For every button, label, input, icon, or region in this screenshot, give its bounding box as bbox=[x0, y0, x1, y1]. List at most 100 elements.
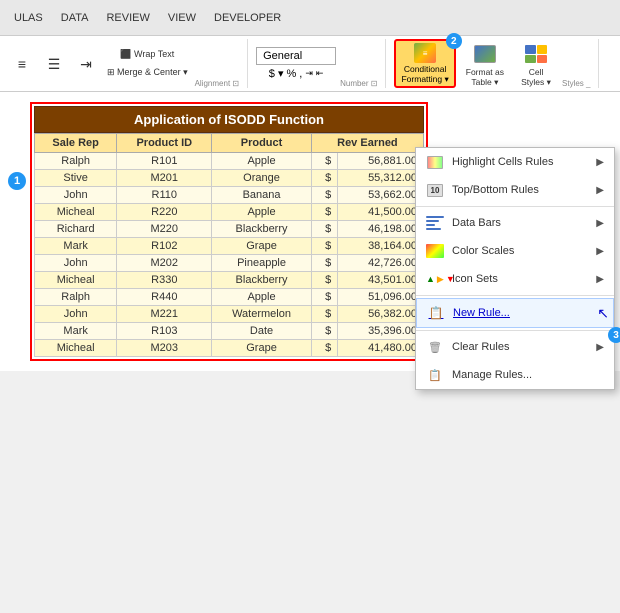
conditional-formatting-btn[interactable]: 2 ≡ ConditionalFormatting ▾ bbox=[394, 39, 455, 88]
col-header-revearned: Rev Earned bbox=[311, 134, 423, 153]
number-group: General $ ▾ % , ⇥ ⇤ Number ⊡ bbox=[256, 39, 386, 88]
table-row: RalphR101Apple$56,881.00 bbox=[35, 153, 424, 170]
table-cell: Ralph bbox=[35, 289, 117, 306]
table-cell: Orange bbox=[212, 170, 312, 187]
align-center-btn[interactable]: ☰ bbox=[40, 46, 68, 82]
decrease-decimal-btn[interactable]: ⇤ bbox=[316, 68, 324, 79]
divider-3 bbox=[416, 330, 614, 331]
table-cell: Apple bbox=[212, 289, 312, 306]
table-cell: R220 bbox=[117, 204, 212, 221]
table-cell: R103 bbox=[117, 323, 212, 340]
table-cell: Stive bbox=[35, 170, 117, 187]
table-row: MarkR103Date$35,396.00 bbox=[35, 323, 424, 340]
table-cell: $ bbox=[311, 204, 337, 221]
menu-item-databars[interactable]: Data Bars ▶ bbox=[416, 209, 614, 237]
styles-group: 2 ≡ ConditionalFormatting ▾ Format asTab… bbox=[394, 39, 599, 88]
managerules-icon: 📋 bbox=[426, 366, 444, 384]
cell-styles-label: CellStyles ▾ bbox=[521, 68, 551, 87]
menu-item-topbottom[interactable]: 10 Top/Bottom Rules ▶ bbox=[416, 176, 614, 204]
table-cell: M203 bbox=[117, 340, 212, 357]
wrap-text-btn[interactable]: ⬛ Wrap Text bbox=[104, 47, 191, 63]
databars-arrow: ▶ bbox=[596, 218, 604, 229]
highlight-label: Highlight Cells Rules bbox=[452, 156, 588, 168]
table-cell: Mark bbox=[35, 323, 117, 340]
table-cell: Micheal bbox=[35, 272, 117, 289]
menu-item-managerules[interactable]: 📋 Manage Rules... bbox=[416, 361, 614, 389]
iconsets-icon: ▲ ▶ ▼ bbox=[426, 270, 444, 288]
menu-item-iconsets[interactable]: ▲ ▶ ▼ Icon Sets ▶ bbox=[416, 265, 614, 293]
table-row: MichealR220Apple$41,500.00 bbox=[35, 204, 424, 221]
table-row: MarkR102Grape$38,164.00 bbox=[35, 238, 424, 255]
comma-btn[interactable]: , bbox=[299, 68, 302, 80]
table-row: JohnM221Watermelon$56,382.00 bbox=[35, 306, 424, 323]
format-table-label: Format asTable ▾ bbox=[466, 68, 504, 87]
merge-center-btn[interactable]: ⊞ Merge & Center ▾ bbox=[104, 65, 191, 81]
table-cell: 42,726.00 bbox=[338, 255, 424, 272]
cell-styles-btn[interactable]: CellStyles ▾ bbox=[514, 37, 558, 90]
table-cell: Blackberry bbox=[212, 272, 312, 289]
tab-data[interactable]: DATA bbox=[55, 10, 95, 26]
topbottom-arrow: ▶ bbox=[596, 185, 604, 196]
tab-view[interactable]: VIEW bbox=[162, 10, 202, 26]
table-cell: 56,881.00 bbox=[338, 153, 424, 170]
table-row: StiveM201Orange$55,312.00 bbox=[35, 170, 424, 187]
table-cell: R330 bbox=[117, 272, 212, 289]
topbottom-icon: 10 bbox=[426, 181, 444, 199]
indent-icon: ⇥ bbox=[76, 54, 96, 74]
table-cell: $ bbox=[311, 221, 337, 238]
managerules-label: Manage Rules... bbox=[452, 369, 604, 381]
table-cell: Apple bbox=[212, 153, 312, 170]
clearrules-arrow: ▶ bbox=[596, 342, 604, 353]
menu-item-colorscale[interactable]: Color Scales ▶ bbox=[416, 237, 614, 265]
table-row: JohnR110Banana$53,662.00 bbox=[35, 187, 424, 204]
cell-styles-icon bbox=[522, 40, 550, 68]
clearrules-label: Clear Rules bbox=[452, 341, 588, 353]
table-row: MichealM203Grape$41,480.00 bbox=[35, 340, 424, 357]
tab-review[interactable]: REVIEW bbox=[100, 10, 155, 26]
table-cell: Pineapple bbox=[212, 255, 312, 272]
highlight-arrow: ▶ bbox=[596, 157, 604, 168]
format-table-icon bbox=[471, 40, 499, 68]
table-cell: 41,500.00 bbox=[338, 204, 424, 221]
table-cell: $ bbox=[311, 187, 337, 204]
table-cell: 35,396.00 bbox=[338, 323, 424, 340]
dollar-btn[interactable]: $ ▾ bbox=[269, 67, 284, 80]
alignment-section-label: Alignment ⊡ bbox=[195, 79, 240, 88]
table-row: RichardM220Blackberry$46,198.00 bbox=[35, 221, 424, 238]
tab-ulas[interactable]: ULAS bbox=[8, 10, 49, 26]
colorscale-label: Color Scales bbox=[452, 245, 588, 257]
table-row: JohnM202Pineapple$42,726.00 bbox=[35, 255, 424, 272]
table-cell: Banana bbox=[212, 187, 312, 204]
table-cell: Ralph bbox=[35, 153, 117, 170]
spreadsheet-area: 1 Application of ISODD Function Sale Rep… bbox=[0, 92, 620, 371]
table-cell: 46,198.00 bbox=[338, 221, 424, 238]
table-cell: R110 bbox=[117, 187, 212, 204]
databars-icon bbox=[426, 214, 444, 232]
table-cell: Mark bbox=[35, 238, 117, 255]
merge-center-label: ⊞ Merge & Center ▾ bbox=[107, 67, 188, 78]
table-cell: 51,096.00 bbox=[338, 289, 424, 306]
menu-item-clearrules[interactable]: 🗑 Clear Rules ▶ 3 bbox=[416, 333, 614, 361]
number-format-box[interactable]: General bbox=[256, 47, 336, 65]
format-as-table-btn[interactable]: Format asTable ▾ bbox=[460, 37, 510, 90]
col-header-product: Product bbox=[212, 134, 312, 153]
toolbar: ≡ ☰ ⇥ ⬛ Wrap Text ⊞ Merge & Center ▾ Ali… bbox=[0, 36, 620, 92]
table-cell: $ bbox=[311, 340, 337, 357]
tab-developer[interactable]: DEVELOPER bbox=[208, 10, 287, 26]
red-border-container: Application of ISODD Function Sale Rep P… bbox=[30, 102, 428, 361]
align-left-btn[interactable]: ≡ bbox=[8, 46, 36, 82]
table-cell: Grape bbox=[212, 340, 312, 357]
colorscale-icon bbox=[426, 242, 444, 260]
table-cell: $ bbox=[311, 153, 337, 170]
menu-item-highlight[interactable]: Highlight Cells Rules ▶ bbox=[416, 148, 614, 176]
align-left-icon: ≡ bbox=[12, 54, 32, 74]
table-cell: John bbox=[35, 255, 117, 272]
table-cell: Apple bbox=[212, 204, 312, 221]
menu-item-newrule[interactable]: 📋 New Rule... ↖ bbox=[416, 298, 614, 328]
percent-btn[interactable]: % bbox=[286, 68, 296, 80]
increase-decimal-btn[interactable]: ⇥ bbox=[305, 68, 313, 79]
data-table: Sale Rep Product ID Product Rev Earned R… bbox=[34, 133, 424, 357]
indent-btn[interactable]: ⇥ bbox=[72, 46, 100, 82]
alignment-group: ≡ ☰ ⇥ ⬛ Wrap Text ⊞ Merge & Center ▾ Ali… bbox=[8, 39, 248, 88]
badge-3: 3 bbox=[608, 327, 620, 343]
